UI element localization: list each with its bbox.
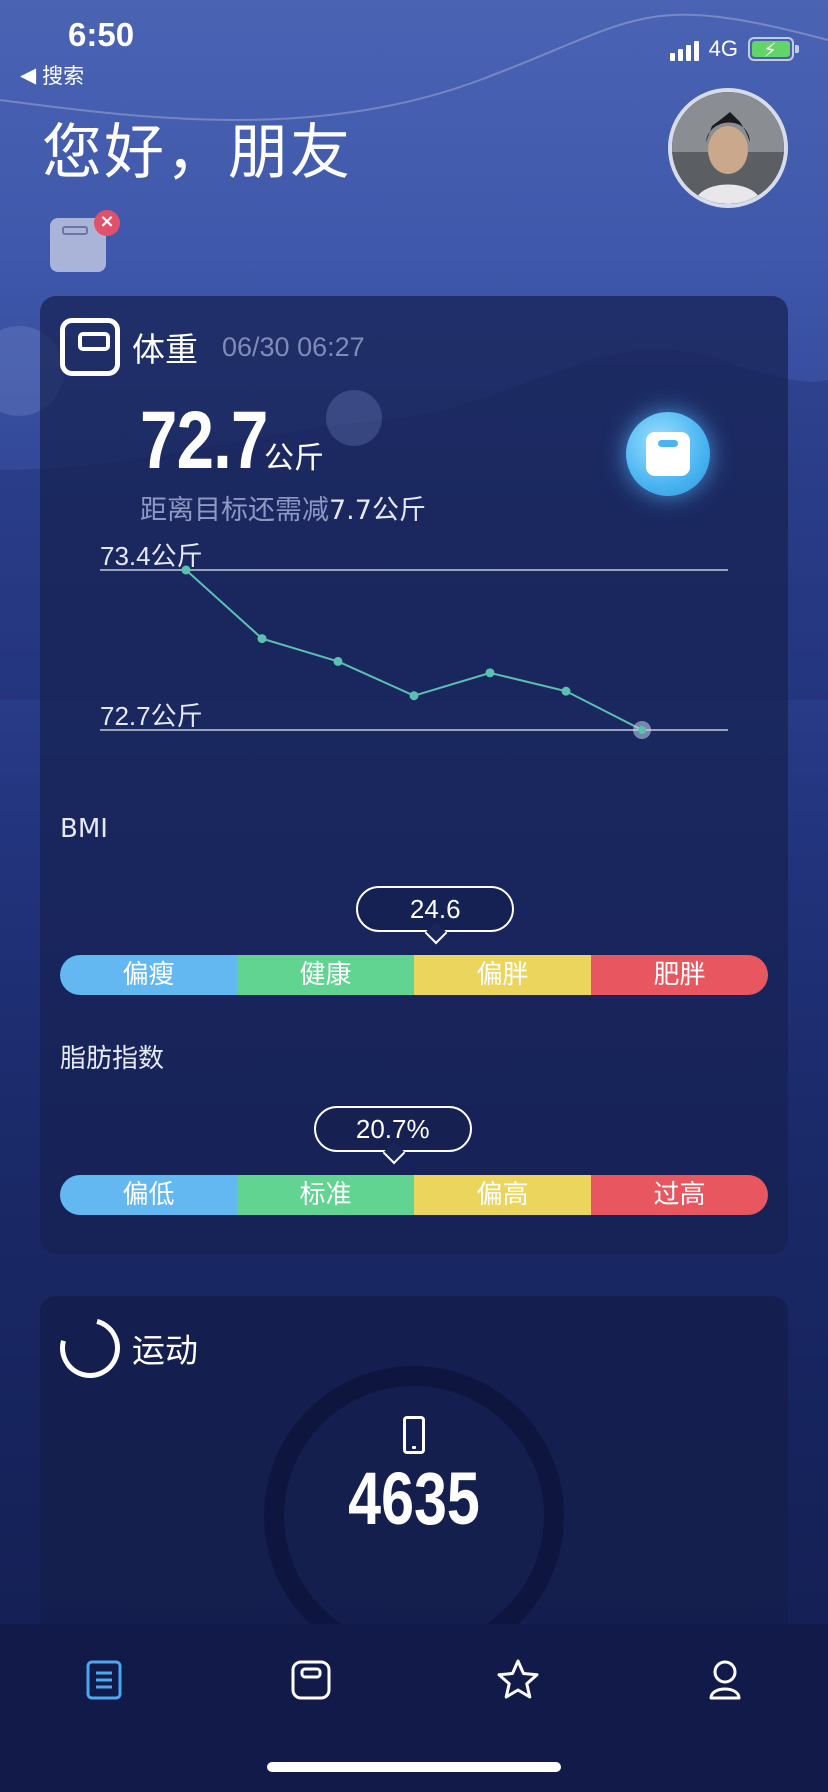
trend-point (181, 565, 191, 575)
body-fat-segment-low: 偏低 (60, 1175, 237, 1215)
disconnected-scale-icon[interactable]: × (50, 210, 120, 272)
body-fat-segment-standard: 标准 (237, 1175, 414, 1215)
bmi-label: BMI (60, 814, 108, 844)
bmi-segment-healthy: 健康 (237, 955, 414, 995)
decoration-circle (326, 390, 382, 446)
bmi-segment-obese: 肥胖 (591, 955, 768, 995)
avatar-photo-icon (672, 92, 784, 204)
status-bar: 6:50 ◀ 搜索 4G ⚡ (0, 0, 828, 96)
weight-value-block: 72.7 公斤 (140, 394, 324, 488)
body-fat-segment-high: 偏高 (414, 1175, 591, 1215)
greeting-title: 您好，朋友 (42, 118, 352, 188)
home-list-icon (86, 1660, 122, 1700)
tab-scale[interactable] (287, 1656, 335, 1704)
trend-point (257, 634, 267, 644)
error-badge-icon: × (94, 210, 120, 236)
scale-icon (291, 1660, 331, 1700)
tab-profile[interactable] (701, 1656, 749, 1704)
steps-count: 4635 (348, 1457, 480, 1540)
scale-icon (60, 318, 120, 376)
weight-value: 72.7 (140, 395, 268, 486)
avatar[interactable] (668, 88, 788, 208)
trend-line (185, 569, 643, 731)
bmi-segment-underweight: 偏瘦 (60, 955, 237, 995)
sport-card-header: 运动 (49, 1307, 198, 1389)
body-fat-scale-bar: 偏低 标准 偏高 过高 (60, 1175, 768, 1215)
trend-point (409, 691, 419, 701)
weight-card-header: 体重 06/30 06:27 (60, 318, 365, 376)
trend-point (333, 656, 343, 666)
trend-point (638, 726, 646, 734)
weight-card-title: 体重 (132, 330, 198, 369)
weight-card[interactable]: 体重 06/30 06:27 72.7 公斤 距离目标还需减7.7公斤 73.4… (40, 296, 788, 1254)
star-icon (497, 1659, 539, 1699)
weight-unit: 公斤 (264, 441, 324, 476)
status-time: 6:50 (68, 16, 135, 53)
weight-trend-chart: 73.4公斤 72.7公斤 (40, 528, 788, 768)
body-fat-segment-too-high: 过高 (591, 1175, 768, 1215)
body-fat-label: 脂肪指数 (60, 1044, 165, 1074)
trend-line-chart (100, 565, 728, 739)
battery-icon: ⚡ (748, 37, 799, 62)
goal-value: 7.7公斤 (329, 495, 426, 526)
sport-card-title: 运动 (132, 1331, 198, 1370)
home-indicator[interactable] (267, 1762, 561, 1772)
activity-ring-icon (49, 1307, 131, 1389)
signal-icon (669, 37, 699, 61)
tab-favorites[interactable] (494, 1656, 542, 1704)
body-fat-value-bubble: 20.7% (313, 1106, 472, 1152)
back-to-search-button[interactable]: ◀ 搜索 (20, 60, 84, 90)
back-search-label: 搜索 (42, 64, 85, 88)
goal-remaining-text: 距离目标还需减7.7公斤 (140, 488, 426, 527)
tab-home[interactable] (80, 1656, 128, 1704)
sport-card[interactable]: 运动 4635 (40, 1296, 788, 1636)
scale-icon (646, 432, 690, 476)
weight-measure-time: 06/30 06:27 (222, 331, 365, 362)
network-type: 4G (708, 36, 738, 61)
goal-prefix: 距离目标还需减 (140, 495, 329, 526)
phone-icon (403, 1416, 425, 1454)
trend-point (561, 686, 571, 696)
measure-weight-button[interactable] (626, 412, 710, 496)
back-arrow-icon: ◀ (20, 63, 37, 87)
bmi-segment-overweight: 偏胖 (414, 955, 591, 995)
trend-point (485, 668, 495, 678)
bmi-value-bubble: 24.6 (356, 886, 515, 932)
status-indicators: 4G ⚡ (669, 36, 799, 62)
bmi-scale-bar: 偏瘦 健康 偏胖 肥胖 (60, 955, 768, 995)
profile-icon (709, 1660, 741, 1700)
